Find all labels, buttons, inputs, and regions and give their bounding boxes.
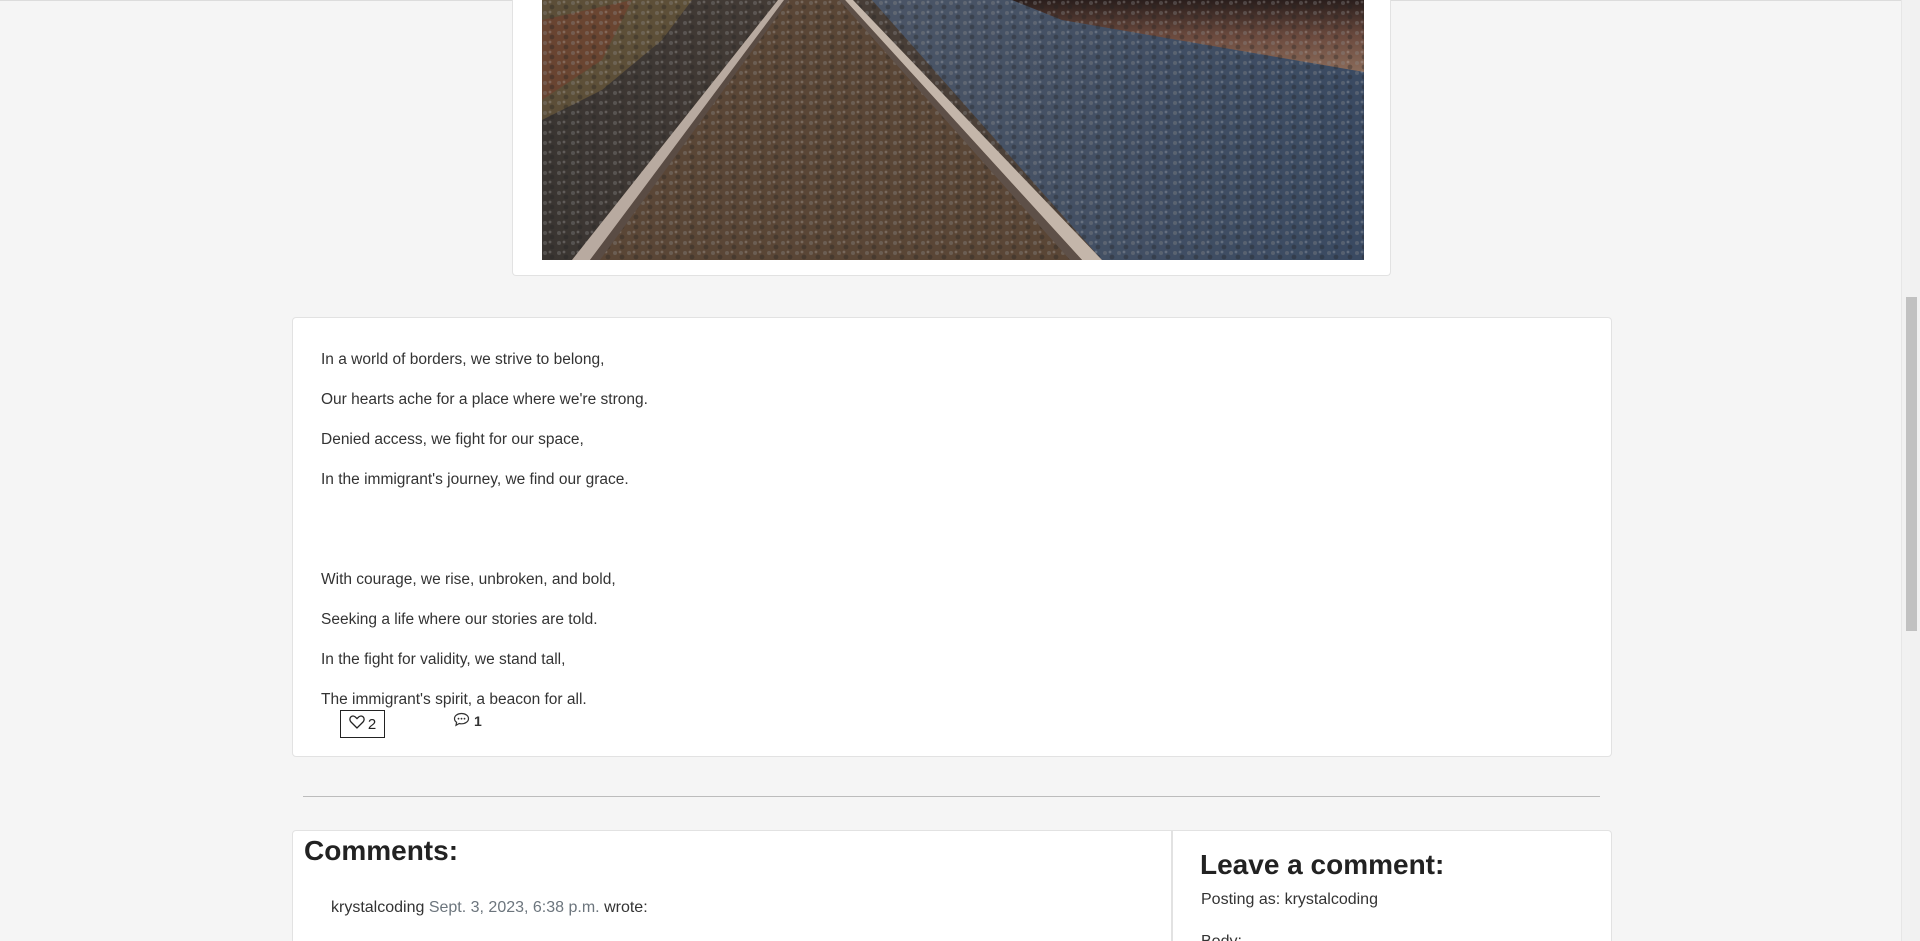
comments-section: Comments: krystalcoding Sept. 3, 2023, 6… [292, 830, 1172, 941]
comment-body-label: Body: [1201, 933, 1242, 941]
comments-heading: Comments: [304, 835, 459, 866]
speech-bubble-icon [453, 712, 470, 730]
poem-line: Our hearts ache for a place where we're … [321, 391, 648, 408]
poem-line: With courage, we rise, unbroken, and bol… [321, 571, 616, 588]
poem-line: In the fight for validity, we stand tall… [321, 651, 566, 668]
railroad-tracks-image [542, 0, 1364, 260]
poem-line: In a world of borders, we strive to belo… [321, 351, 605, 368]
vertical-scrollbar[interactable] [1901, 0, 1920, 941]
comment-count-indicator[interactable]: 1 [453, 712, 482, 730]
comment-author: krystalcoding [331, 899, 425, 916]
posting-as-label: Posting as: krystalcoding [1201, 891, 1378, 908]
like-button[interactable]: 2 [340, 710, 385, 738]
leave-comment-section: Leave a comment: Posting as: krystalcodi… [1172, 830, 1612, 941]
page: In a world of borders, we strive to belo… [0, 0, 1920, 941]
poem-line: Denied access, we fight for our space, [321, 431, 584, 448]
poem-line: The immigrant's spirit, a beacon for all… [321, 691, 587, 708]
scrollbar-thumb[interactable] [1906, 297, 1917, 631]
poem-line: Seeking a life where our stories are tol… [321, 611, 598, 628]
comment-header: krystalcoding Sept. 3, 2023, 6:38 p.m. w… [331, 899, 648, 917]
post-image [542, 0, 1364, 260]
like-count: 2 [367, 715, 377, 733]
poem-line: In the immigrant's journey, we find our … [321, 471, 629, 488]
comment-count: 1 [474, 713, 482, 729]
leave-comment-heading: Leave a comment: [1200, 849, 1445, 880]
heart-outline-icon [349, 715, 365, 733]
comment-wrote-label: wrote: [604, 899, 648, 916]
post-image-card [512, 0, 1391, 276]
post-content-card: In a world of borders, we strive to belo… [292, 317, 1612, 757]
stanza-break [321, 510, 648, 550]
comment-date: Sept. 3, 2023, 6:38 p.m. [428, 899, 600, 916]
section-divider [303, 796, 1600, 797]
poem-body: In a world of borders, we strive to belo… [321, 350, 648, 730]
